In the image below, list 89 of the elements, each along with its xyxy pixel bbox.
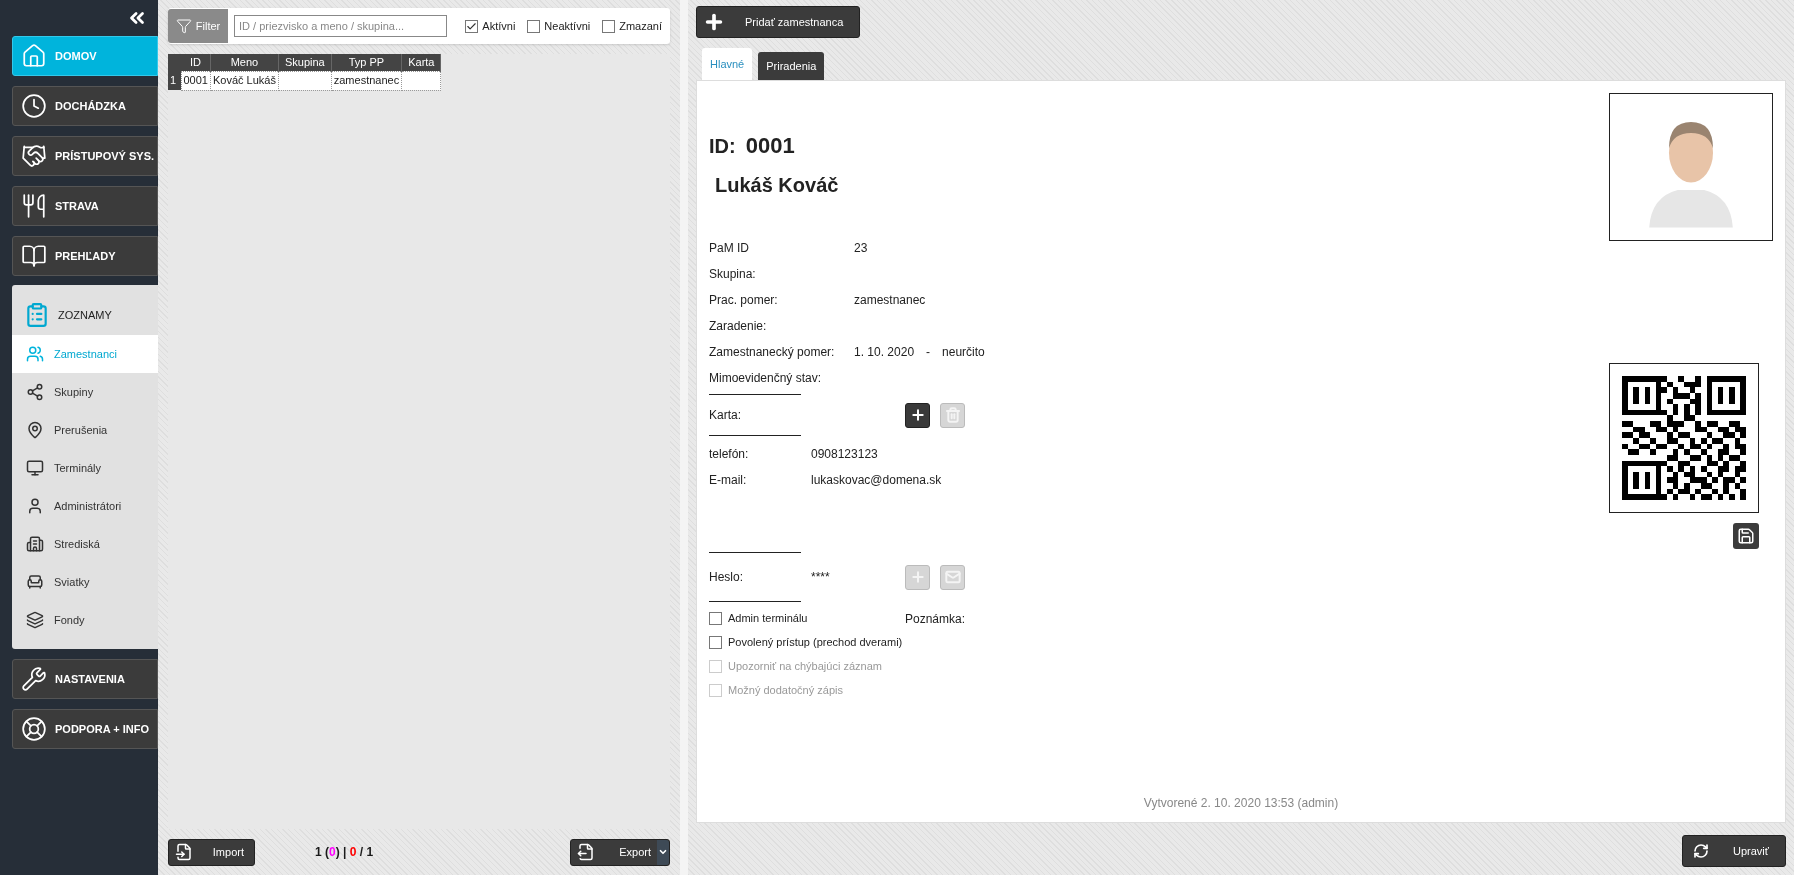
checkbox[interactable] — [527, 19, 541, 33]
submenu-item[interactable]: Sviatky — [12, 563, 158, 601]
plus-icon — [909, 569, 926, 585]
checkbox[interactable] — [602, 19, 616, 33]
nav-button[interactable]: NASTAVENIA — [12, 659, 158, 699]
table-cell: 0001 — [181, 71, 211, 90]
file-import-icon — [175, 843, 193, 861]
edit-button[interactable]: Upraviť — [1682, 835, 1786, 867]
nav-button[interactable]: STRAVA — [12, 186, 158, 226]
checkbox[interactable] — [709, 635, 722, 649]
export-button[interactable]: Export — [570, 838, 670, 866]
layers-icon — [26, 611, 44, 629]
search-field[interactable]: ID / priezvisko a meno / skupina... — [234, 15, 448, 37]
plus-icon — [909, 407, 926, 423]
separator: - — [926, 344, 931, 361]
save-icon — [1737, 527, 1755, 545]
field-value: zamestnanec — [854, 292, 926, 309]
submenu-item[interactable]: Terminály — [12, 449, 158, 487]
field-value: neurčito — [942, 344, 985, 361]
map-pin-icon — [26, 421, 44, 439]
refresh-icon — [1693, 843, 1709, 859]
checkbox[interactable] — [709, 611, 722, 625]
field-value: 0908123123 — [811, 446, 878, 463]
building-icon — [26, 535, 44, 553]
nav-button[interactable]: PREHĽADY — [12, 236, 158, 276]
field-label: Karta: — [709, 407, 742, 424]
field-label: Mimoevidenčný stav: — [709, 370, 823, 387]
submenu-item[interactable]: Administrátori — [12, 487, 158, 525]
password-value: **** — [811, 569, 831, 586]
save-button[interactable] — [1733, 523, 1759, 549]
field-label: Zaradenie: — [709, 318, 768, 335]
people-icon — [26, 345, 44, 363]
field-label: Skupina: — [709, 266, 757, 283]
book-icon — [21, 243, 47, 269]
checkbox-label: Upozorniť na chýbajúci záznam — [728, 658, 882, 674]
tab[interactable]: Priradenia — [758, 52, 825, 80]
nav-button[interactable]: DOCHÁDZKA — [12, 86, 158, 126]
filter-icon — [175, 18, 192, 34]
dropdown-caret-icon[interactable] — [658, 847, 668, 857]
employee-id: 0001 — [745, 132, 795, 160]
field-label: Heslo: — [709, 569, 744, 586]
person-icon — [26, 497, 44, 515]
file-export-icon — [577, 843, 595, 861]
checkbox[interactable] — [465, 19, 479, 33]
handshake-icon — [21, 143, 47, 169]
record-counter: 1 (0) | 0 / 1 — [315, 844, 374, 861]
checkbox-label: Neaktívni — [544, 18, 591, 34]
submenu-item[interactable]: Strediská — [12, 525, 158, 563]
submenu-item[interactable]: Skupiny — [12, 373, 158, 411]
field-label: PaM ID — [709, 240, 750, 257]
section-header[interactable]: ZOZNAMY — [12, 295, 158, 335]
nav-button[interactable]: PRÍSTUPOVÝ SYS. — [12, 136, 158, 176]
import-button[interactable]: Import — [168, 838, 255, 866]
submenu-item[interactable]: Fondy — [12, 601, 158, 639]
utensils-icon — [21, 193, 47, 219]
add-employee-button[interactable]: Pridať zamestnanca — [696, 6, 860, 38]
mail-icon — [944, 569, 961, 585]
note-label: Poznámka: — [905, 611, 966, 628]
table-cell: Kováč Lukáš — [210, 71, 279, 90]
employee-name: Lukáš Kováč — [715, 173, 839, 198]
checkbox-label: Povolený prístup (prechod dverami) — [728, 634, 903, 650]
checkbox-label: Admin terminálu — [728, 610, 808, 626]
field-label: telefón: — [709, 446, 750, 463]
checkbox-label: Aktívni — [482, 18, 516, 34]
checkbox-label: Zmazaní — [619, 18, 662, 34]
field-value: lukaskovac@domena.sk — [811, 472, 942, 489]
submenu-item[interactable]: Prerušenia — [12, 411, 158, 449]
plus-icon — [703, 11, 725, 33]
field-label: Prac. pomer: — [709, 292, 779, 309]
nodes-icon — [26, 383, 44, 401]
field-label: Zamestnanecký pomer: — [709, 344, 836, 361]
created-note: Vytvorené 2. 10. 2020 13:53 (admin) — [1143, 795, 1339, 812]
table-cell: zamestnanec — [331, 71, 402, 90]
wrench-icon — [21, 666, 47, 692]
tab[interactable]: Hlavné — [702, 48, 753, 80]
add-card-button[interactable] — [905, 402, 930, 428]
clock-icon — [21, 93, 47, 119]
list-icon — [24, 302, 50, 328]
checkbox-label: Možný dodatočný zápis — [728, 682, 843, 698]
id-label: ID: — [709, 134, 736, 159]
home-icon — [21, 43, 47, 69]
field-value: 23 — [854, 240, 868, 257]
row-number: 1 — [168, 71, 181, 90]
field-value: 1. 10. 2020 — [854, 344, 915, 361]
nav-button[interactable]: PODPORA + INFO — [12, 709, 158, 749]
lifebuoy-icon — [21, 716, 47, 742]
field-label: E-mail: — [709, 472, 748, 489]
monitor-icon — [26, 459, 44, 477]
trash-icon — [944, 407, 961, 423]
